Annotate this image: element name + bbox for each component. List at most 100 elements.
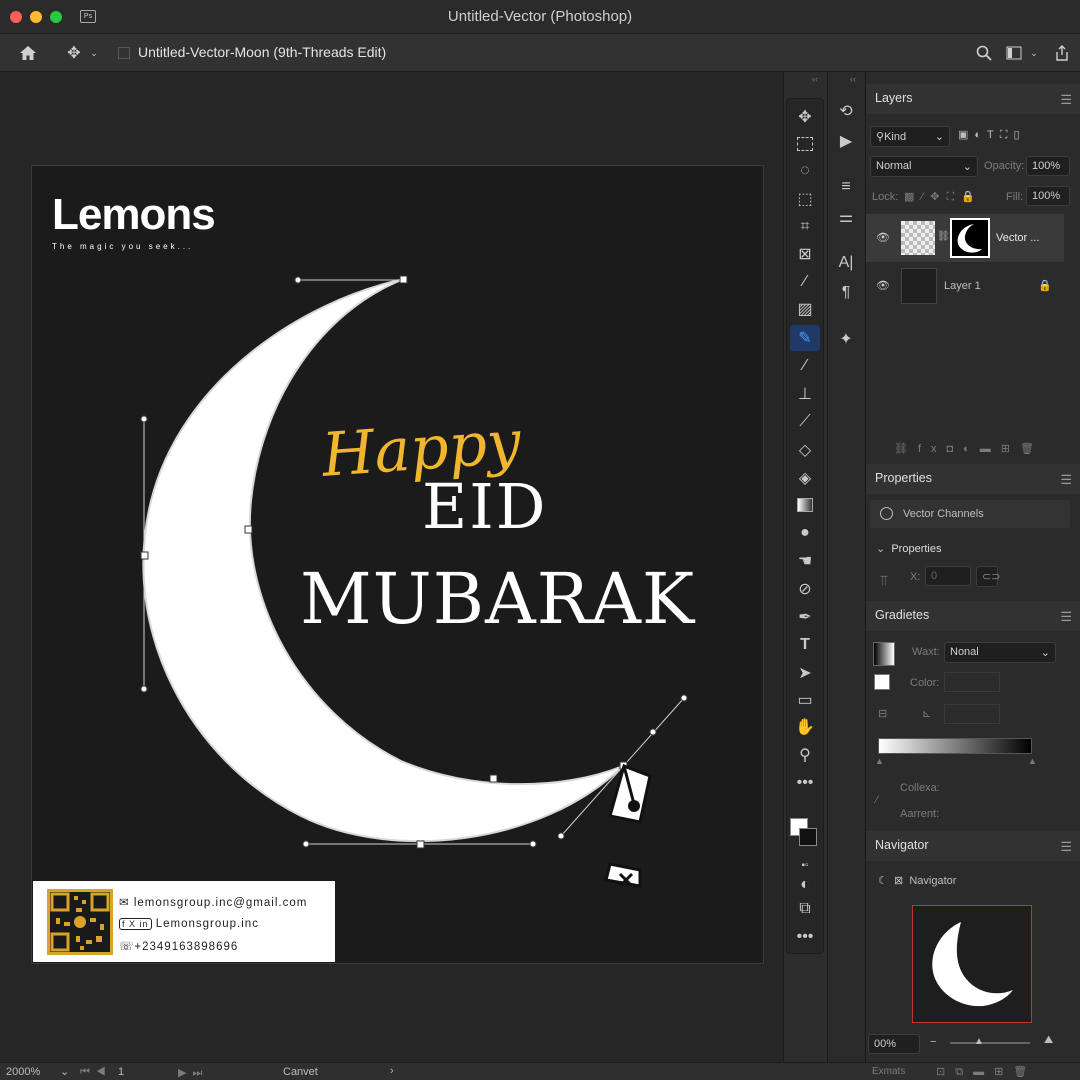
dodge-tool-icon[interactable]: ● bbox=[790, 520, 820, 546]
link-dimensions-icon[interactable]: ⊂⊃ bbox=[976, 566, 1000, 587]
hand-tool-icon[interactable]: ✋ bbox=[790, 714, 820, 740]
auto-select-checkbox[interactable] bbox=[118, 47, 130, 59]
angle-icon[interactable]: ⊾ bbox=[922, 707, 931, 720]
history-brush-tool-icon[interactable]: ⟋ bbox=[790, 409, 820, 435]
collapse-toolbar-icon[interactable]: ‹‹ bbox=[812, 74, 818, 84]
opacity-input[interactable]: 100% bbox=[1026, 156, 1070, 176]
edit-toolbar-icon[interactable]: ••• bbox=[790, 924, 820, 950]
chevron-down-icon[interactable]: ⌄ bbox=[88, 42, 100, 64]
zoom-input[interactable]: 00% bbox=[868, 1034, 920, 1054]
libraries-panel-icon[interactable]: ⚌ bbox=[831, 204, 861, 230]
history-panel-icon[interactable]: ⟲ bbox=[831, 98, 861, 124]
brush-tool-icon[interactable]: ∕ bbox=[790, 353, 820, 379]
collapse-dock-icon[interactable]: ‹‹ bbox=[850, 74, 856, 84]
rectangle-tool-icon[interactable]: ▭ bbox=[790, 687, 820, 713]
gradient-bar[interactable] bbox=[878, 738, 1032, 754]
sponge-tool-icon[interactable]: ⊘ bbox=[790, 576, 820, 602]
zoom-slider[interactable] bbox=[950, 1042, 1030, 1044]
marquee-tool-icon[interactable] bbox=[790, 131, 820, 157]
clone-stamp-tool-icon[interactable]: ⊥ bbox=[790, 381, 820, 407]
gradient-stop-left[interactable]: ▲ bbox=[875, 756, 884, 766]
chevron-down-icon[interactable]: ⌄ bbox=[60, 1065, 69, 1078]
move-tool-icon[interactable]: ✥ bbox=[790, 104, 820, 130]
vector-channels-row[interactable]: Vector Channels bbox=[870, 500, 1070, 528]
eraser-tool-icon[interactable]: ◇ bbox=[790, 437, 820, 463]
tab-gradients[interactable]: Gradietes bbox=[875, 608, 929, 622]
opacity-label: Opacity: bbox=[984, 160, 1025, 172]
blend-mode-select[interactable]: Normal ⌄ bbox=[870, 156, 978, 177]
gradient-stop-right[interactable]: ▲ bbox=[1028, 756, 1037, 766]
eyedropper-icon[interactable]: ⁄ bbox=[876, 794, 878, 806]
adjustments-panel-icon[interactable]: ≡ bbox=[831, 174, 861, 200]
smudge-tool-icon[interactable]: ☚ bbox=[790, 548, 820, 574]
lock-icon: 🔒 bbox=[1038, 280, 1052, 292]
collexa-label: Collexa: bbox=[900, 782, 940, 794]
layer-filter-select[interactable]: ⚲Kind ⌄ bbox=[870, 126, 950, 147]
layer-filter-icons[interactable]: ▣◐T⛶▯ bbox=[958, 128, 1026, 142]
frame-tool-icon[interactable]: ⊠ bbox=[790, 241, 820, 267]
move-tool-icon[interactable]: ✥ bbox=[62, 42, 86, 64]
chevron-down-icon: ⌄ bbox=[876, 543, 886, 555]
eye-icon[interactable]: 👁 bbox=[876, 231, 890, 244]
properties-section-header[interactable]: ⌄ Properties bbox=[876, 542, 941, 555]
fill-input[interactable]: 100% bbox=[1026, 186, 1070, 206]
zoom-slider-thumb[interactable]: ▲ bbox=[974, 1036, 984, 1047]
layer-row-vector[interactable]: 👁 ⛓ Vector ... bbox=[866, 214, 1064, 262]
path-select-tool-icon[interactable]: ➤ bbox=[790, 660, 820, 686]
crop-tool-icon[interactable]: ⌗ bbox=[790, 214, 820, 240]
workspace-icon[interactable] bbox=[1002, 42, 1026, 64]
color-stops-field[interactable] bbox=[944, 672, 1000, 692]
panel-menu-icon[interactable]: ☰ bbox=[1060, 472, 1072, 488]
zoom-in-icon[interactable]: ⛰ bbox=[1044, 1034, 1053, 1047]
type-tool-icon[interactable]: T bbox=[790, 632, 820, 658]
lasso-tool-icon[interactable]: ◌ bbox=[790, 158, 820, 184]
layer-actions-bar[interactable]: ⛓fx◘◐▬⊞🗑 bbox=[894, 442, 1044, 455]
chevron-down-icon[interactable]: ⌄ bbox=[1028, 42, 1040, 64]
panel-menu-icon[interactable]: ☰ bbox=[1060, 92, 1072, 108]
paragraph-panel-icon[interactable]: ¶ bbox=[831, 280, 861, 306]
layer-row-layer1[interactable]: 👁 Layer 1 🔒 bbox=[866, 264, 1064, 308]
waxt-select[interactable]: Nonal ⌄ bbox=[944, 642, 1056, 663]
gradient-type-icon[interactable]: ⊟ bbox=[878, 707, 887, 720]
quick-mask-icon[interactable]: ◐ bbox=[790, 872, 820, 898]
healing-brush-tool-icon[interactable]: ▨ bbox=[790, 296, 820, 322]
lock-icons[interactable]: ▩∕✥⛶🔒 bbox=[904, 190, 982, 204]
screen-mode-icon[interactable]: ⧉ bbox=[790, 896, 820, 922]
navigator-preview[interactable] bbox=[912, 905, 1032, 1023]
page-nav-prev-icons[interactable]: ⏮◀ bbox=[80, 1066, 112, 1079]
panel-menu-icon[interactable]: ☰ bbox=[1060, 839, 1072, 855]
navigator-actions-bar[interactable]: ⊡⧉▬⊞🗑 bbox=[936, 1065, 1037, 1079]
tab-layers[interactable]: Layers bbox=[875, 91, 913, 105]
character-panel-icon[interactable]: A| bbox=[831, 250, 861, 276]
pen-tool-icon[interactable]: ✒ bbox=[790, 604, 820, 630]
zoom-out-icon[interactable]: − bbox=[930, 1036, 936, 1048]
background-color-swatch[interactable] bbox=[799, 828, 817, 846]
x-input[interactable]: 0 bbox=[925, 566, 971, 586]
search-icon[interactable] bbox=[972, 42, 996, 64]
shapes-panel-icon[interactable]: ✦ bbox=[831, 326, 861, 352]
pen-tool-active-icon[interactable]: ✎ bbox=[790, 325, 820, 351]
share-icon[interactable] bbox=[1050, 42, 1074, 64]
object-select-tool-icon[interactable]: ⬚ bbox=[790, 186, 820, 212]
document-tab[interactable]: Untitled-Vector-Moon (9th-Threads Edit) bbox=[138, 44, 386, 60]
zoom-level[interactable]: 2000% bbox=[6, 1066, 40, 1078]
zoom-tool-icon[interactable]: ⚲ bbox=[790, 742, 820, 768]
chevron-right-icon[interactable]: › bbox=[390, 1065, 394, 1077]
color-swatch[interactable] bbox=[874, 674, 890, 690]
tab-navigator[interactable]: Navigator bbox=[875, 838, 929, 852]
gradient-tool-icon[interactable] bbox=[790, 492, 820, 518]
page-nav-next-icons[interactable]: ▶⏭ bbox=[178, 1066, 208, 1080]
eyedropper-tool-icon[interactable]: ⁄ bbox=[790, 269, 820, 295]
more-tools-icon[interactable]: ••• bbox=[790, 770, 820, 796]
actions-panel-icon[interactable]: ▶ bbox=[831, 128, 861, 154]
title-bar: Ps Untitled-Vector (Photoshop) bbox=[0, 0, 1080, 34]
window-title: Untitled-Vector (Photoshop) bbox=[447, 8, 633, 25]
home-icon[interactable] bbox=[16, 42, 40, 64]
tab-properties[interactable]: Properties bbox=[875, 471, 932, 485]
eye-icon[interactable]: 👁 bbox=[876, 279, 890, 292]
paint-bucket-tool-icon[interactable]: ◈ bbox=[790, 465, 820, 491]
page-number[interactable]: 1 bbox=[118, 1066, 124, 1078]
angle-field[interactable] bbox=[944, 704, 1000, 724]
panel-menu-icon[interactable]: ☰ bbox=[1060, 609, 1072, 625]
gradient-swatch[interactable] bbox=[873, 642, 895, 666]
